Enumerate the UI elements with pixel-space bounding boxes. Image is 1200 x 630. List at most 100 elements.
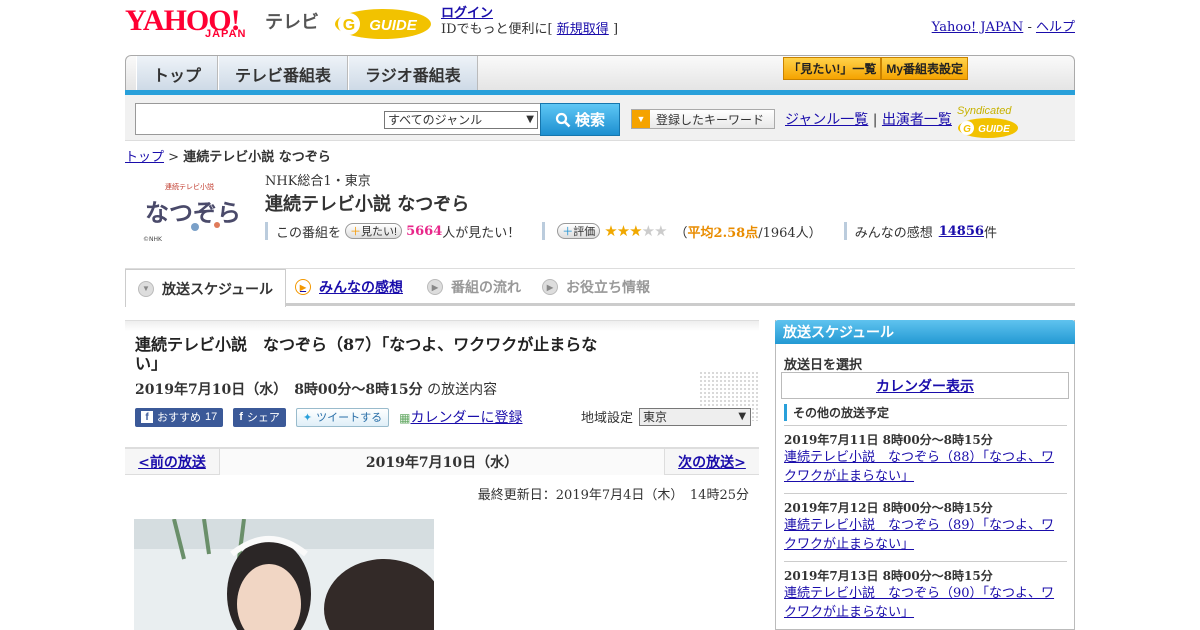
- recommend-label: おすすめ: [157, 412, 201, 424]
- schedule-item: 2019年7月12日 8時00分～8時15分 連続テレビ小説 なつぞら（89）「…: [784, 493, 1067, 554]
- breadcrumb-separator: >: [168, 150, 180, 165]
- next-broadcast-link[interactable]: 次の放送>: [664, 449, 759, 475]
- share-button[interactable]: f シェア: [233, 407, 286, 427]
- tab-label: みんなの感想: [319, 279, 403, 295]
- schedule-item: 2019年7月13日 8時00分～8時15分 連続テレビ小説 なつぞら（90）「…: [784, 561, 1067, 622]
- program-stats: この番組を ＋見たい! 5664 人が見たい！ ＋評価 ★★★★★ （ 平均2.…: [265, 222, 997, 241]
- impressions-suffix: 件: [983, 225, 997, 241]
- breadcrumb-current: 連続テレビ小説 なつぞら: [183, 150, 331, 165]
- login-link[interactable]: ログイン: [441, 6, 493, 21]
- episode-panel: 連続テレビ小説 なつぞら（87）「なつよ、ワクワクが止まらない」 2019年7月…: [125, 320, 759, 446]
- gguide-small-logo-text: GUIDE: [978, 124, 1010, 135]
- gguide-logo[interactable]: G GUIDE: [333, 6, 433, 42]
- program-title: 連続テレビ小説 なつぞら: [265, 194, 470, 215]
- select-date-label: 放送日を選択: [784, 358, 863, 373]
- want-button-label: 見たい!: [361, 226, 398, 238]
- schedule-item-date: 2019年7月12日 8時00分～8時15分: [784, 501, 993, 515]
- program-tabs: ▼ 放送スケジュール ▶ みんなの感想 ▶ 番組の流れ ▶ お役立ち情報: [125, 268, 1075, 307]
- tab-useful-info: ▶ お役立ち情報: [530, 269, 662, 305]
- program-logo-image: 連続テレビ小説 なつぞら ©NHK: [143, 182, 241, 243]
- program-logo-text: なつぞら: [145, 198, 241, 227]
- stats-divider: [542, 222, 546, 240]
- region-select[interactable]: 東京 ▼: [639, 407, 752, 426]
- rating-button[interactable]: ＋評価: [557, 223, 601, 239]
- yahoo-logo-sub: JAPAN: [205, 28, 247, 40]
- tab-program-flow: ▶ 番組の流れ: [415, 269, 533, 305]
- syndicated-label: Syndicated: [957, 105, 1012, 117]
- calendar-icon: ▦: [399, 411, 411, 425]
- share-bar: f おすすめ 17 f シェア ✦ ツイートする ▦カレンダーに登録: [135, 407, 522, 427]
- rating-stars-filled: ★★★: [604, 222, 642, 240]
- rating-people: /1964人）: [758, 225, 822, 241]
- breadcrumb-top-link[interactable]: トップ: [125, 150, 164, 165]
- my-schedule-button[interactable]: My番組表設定: [881, 57, 968, 80]
- facebook-icon: f: [239, 411, 243, 423]
- svg-text:G: G: [963, 124, 971, 135]
- tweet-button[interactable]: ✦ ツイートする: [295, 407, 390, 427]
- tab-impressions[interactable]: ▶ みんなの感想: [283, 269, 415, 305]
- plus-icon: ＋: [562, 226, 574, 238]
- search-button[interactable]: 検索: [540, 103, 620, 136]
- rating-stars: ★★★★★: [604, 222, 668, 240]
- recommend-count: 17: [205, 411, 218, 423]
- nav-tab-top[interactable]: トップ: [136, 56, 219, 91]
- search-bar: すべてのジャンル ▼ 検索 ▼ 登録したキーワード ジャンル一覧 | 出演者一覧…: [125, 95, 1075, 141]
- impressions-count-link[interactable]: 14856: [939, 224, 984, 239]
- yahoo-logo[interactable]: YAHOO! JAPAN: [125, 4, 261, 40]
- prev-broadcast-link[interactable]: <前の放送: [125, 449, 220, 475]
- svg-text:G: G: [343, 17, 355, 34]
- search-icon: [555, 112, 571, 127]
- genre-select-value: すべてのジャンル: [388, 113, 483, 127]
- schedule-item-link[interactable]: 連続テレビ小説 なつぞら（90）「なつよ、ワクワクが止まらない」: [784, 586, 1054, 620]
- header-link-separator: -: [1027, 20, 1032, 35]
- episode-date-suffix: の放送内容: [427, 382, 498, 398]
- tab-schedule[interactable]: ▼ 放送スケジュール: [125, 269, 287, 307]
- other-schedule-header: その他の放送予定: [784, 404, 889, 421]
- recommend-button[interactable]: f おすすめ 17: [135, 407, 224, 427]
- rating-stars-empty: ★★: [641, 222, 668, 240]
- schedule-item-date: 2019年7月11日 8時00分～8時15分: [784, 433, 993, 447]
- yahoo-japan-link[interactable]: Yahoo! JAPAN: [932, 20, 1024, 35]
- tv-label: テレビ: [265, 12, 319, 32]
- performer-list-link[interactable]: 出演者一覧: [882, 112, 952, 128]
- episode-date-time: 2019年7月10日（水） 8時00分～8時15分: [135, 382, 423, 398]
- plus-icon: ＋: [350, 226, 362, 238]
- signup-link[interactable]: 新規取得: [557, 22, 609, 37]
- facebook-icon: f: [141, 411, 153, 423]
- nav-tab-radio-schedule[interactable]: ラジオ番組表: [348, 56, 478, 91]
- schedule-item-link[interactable]: 連続テレビ小説 なつぞら（88）「なつよ、ワクワクが止まらない」: [784, 450, 1054, 484]
- login-block: ログイン IDでもっと便利に[ 新規取得 ]: [441, 6, 618, 38]
- program-logo-credit: ©NHK: [143, 236, 163, 243]
- region-label: 地域設定: [581, 411, 634, 426]
- calendar-register[interactable]: ▦カレンダーに登録: [399, 407, 522, 427]
- tweet-label: ツイートする: [316, 412, 383, 424]
- breadcrumb: トップ > 連続テレビ小説 なつぞら: [125, 146, 331, 165]
- mitai-list-button[interactable]: 「見たい!」一覧: [783, 57, 882, 80]
- keywords-button-label: 登録したキーワード: [656, 112, 765, 127]
- rating-button-label: 評価: [573, 226, 596, 238]
- nav-tab-tv-schedule[interactable]: テレビ番組表: [218, 56, 349, 91]
- impressions-label: みんなの感想: [854, 225, 933, 241]
- gguide-small-logo-icon: G GUIDE: [958, 118, 1018, 138]
- twitter-icon: ✦: [302, 411, 313, 424]
- gguide-logo-text: GUIDE: [369, 17, 418, 34]
- want-count: 5664: [406, 223, 443, 239]
- want-button[interactable]: ＋見たい!: [345, 223, 403, 239]
- schedule-item: 2019年7月11日 8時00分～8時15分 連続テレビ小説 なつぞら（88）「…: [784, 425, 1067, 486]
- help-link[interactable]: ヘルプ: [1036, 20, 1075, 35]
- keywords-button[interactable]: ▼ 登録したキーワード: [631, 109, 775, 129]
- calendar-display-button[interactable]: カレンダー表示: [781, 372, 1069, 399]
- rating-average: 平均2.58点: [687, 225, 759, 241]
- schedule-item-link[interactable]: 連続テレビ小説 なつぞら（89）「なつよ、ワクワクが止まらない」: [784, 518, 1054, 552]
- episode-title: 連続テレビ小説 なつぞら（87）「なつよ、ワクワクが止まらない」: [135, 335, 598, 373]
- program-logo-sub: 連続テレビ小説: [165, 182, 214, 191]
- search-links: ジャンル一覧 | 出演者一覧: [785, 109, 952, 129]
- want-prefix: この番組を: [276, 225, 342, 241]
- play-icon: ▶: [542, 279, 558, 295]
- calendar-register-link[interactable]: カレンダーに登録: [410, 410, 522, 426]
- play-icon: ▶: [427, 279, 443, 295]
- search-links-divider: |: [872, 112, 878, 128]
- genre-select[interactable]: すべてのジャンル ▼: [384, 111, 538, 129]
- episode-photo: [134, 519, 434, 630]
- genre-list-link[interactable]: ジャンル一覧: [785, 112, 868, 128]
